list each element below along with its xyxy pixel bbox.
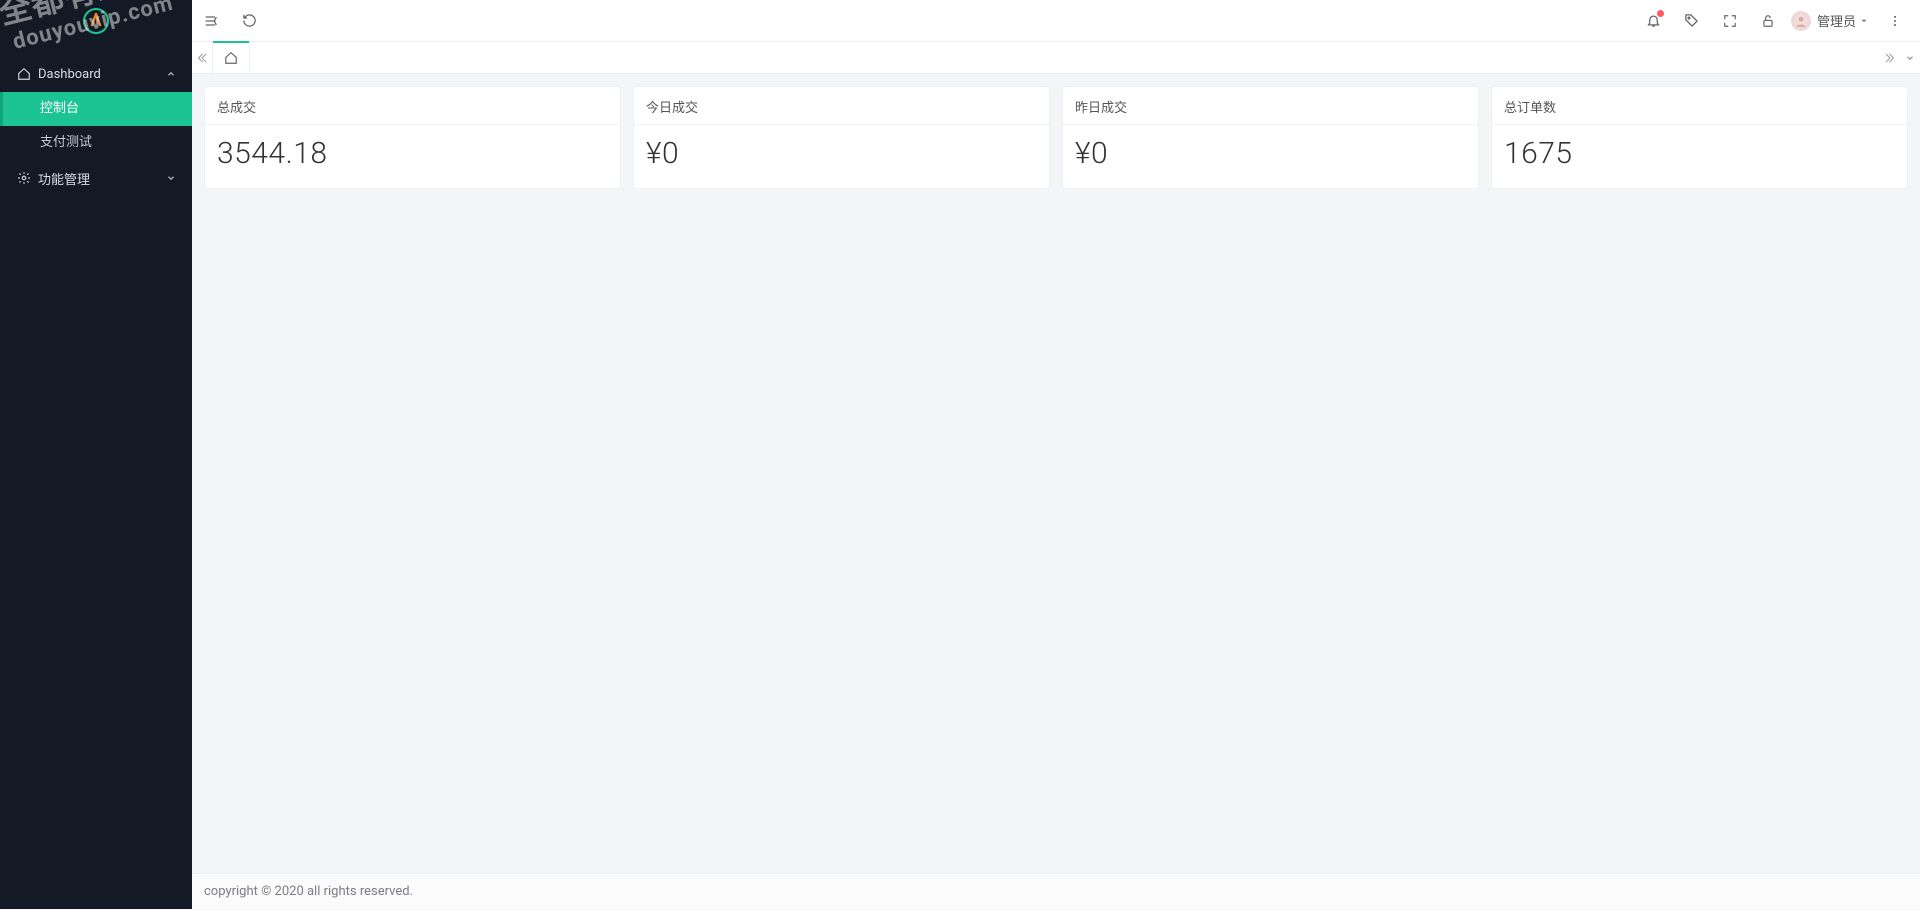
user-name: 管理员	[1817, 11, 1856, 30]
card-value: 3544.18	[205, 125, 620, 188]
card-value: ¥0	[1063, 125, 1478, 188]
tabs-menu[interactable]	[1900, 42, 1920, 73]
home-icon	[224, 51, 238, 65]
card-title: 总成交	[205, 87, 620, 125]
tabs-scroll-right[interactable]	[1880, 42, 1900, 73]
chevron-down-icon	[164, 173, 178, 183]
sidebar-subitem-console[interactable]: 控制台	[0, 92, 192, 126]
toggle-sidebar-button[interactable]	[192, 0, 230, 42]
sidebar-item-label: 控制台	[40, 101, 79, 116]
stat-card-today-trans: 今日成交 ¥0	[633, 86, 1050, 189]
topbar: 管理员	[192, 0, 1920, 42]
copyright-text: copyright © 2020 all rights reserved.	[204, 884, 413, 899]
avatar	[1791, 11, 1811, 31]
card-title: 今日成交	[634, 87, 1049, 125]
sidebar-item-dashboard[interactable]: Dashboard	[0, 56, 192, 92]
stat-card-total-trans: 总成交 3544.18	[204, 86, 621, 189]
fullscreen-button[interactable]	[1711, 0, 1749, 42]
card-value: 1675	[1492, 125, 1907, 188]
stat-card-yesterday-trans: 昨日成交 ¥0	[1062, 86, 1479, 189]
sidebar-item-label: 支付测试	[40, 135, 92, 150]
lock-button[interactable]	[1749, 0, 1787, 42]
sidebar-item-label: 功能管理	[38, 169, 164, 188]
more-button[interactable]	[1876, 0, 1914, 42]
tabs-bar	[192, 42, 1920, 74]
tabs-scroll-left[interactable]	[192, 42, 212, 73]
logo[interactable]	[0, 0, 192, 42]
card-title: 昨日成交	[1063, 87, 1478, 125]
notifications-button[interactable]	[1635, 0, 1673, 42]
tag-button[interactable]	[1673, 0, 1711, 42]
home-icon	[14, 67, 34, 81]
footer: copyright © 2020 all rights reserved.	[192, 873, 1920, 909]
sidebar-item-features[interactable]: 功能管理	[0, 160, 192, 196]
card-title: 总订单数	[1492, 87, 1907, 125]
notification-dot	[1657, 10, 1664, 17]
sidebar: Dashboard 控制台 支付测试	[0, 0, 192, 909]
sidebar-item-label: Dashboard	[38, 67, 164, 82]
caret-down-icon	[1860, 17, 1868, 25]
tab-home[interactable]	[212, 42, 250, 73]
gear-icon	[14, 171, 34, 185]
card-value: ¥0	[634, 125, 1049, 188]
user-menu[interactable]: 管理员	[1787, 0, 1876, 42]
page-content: 总成交 3544.18 今日成交 ¥0 昨日成交 ¥0 总订单数 1675	[192, 74, 1920, 873]
sidebar-subitem-paytest[interactable]: 支付测试	[0, 126, 192, 160]
refresh-button[interactable]	[230, 0, 268, 42]
stat-card-total-orders: 总订单数 1675	[1491, 86, 1908, 189]
chevron-up-icon	[164, 69, 178, 79]
